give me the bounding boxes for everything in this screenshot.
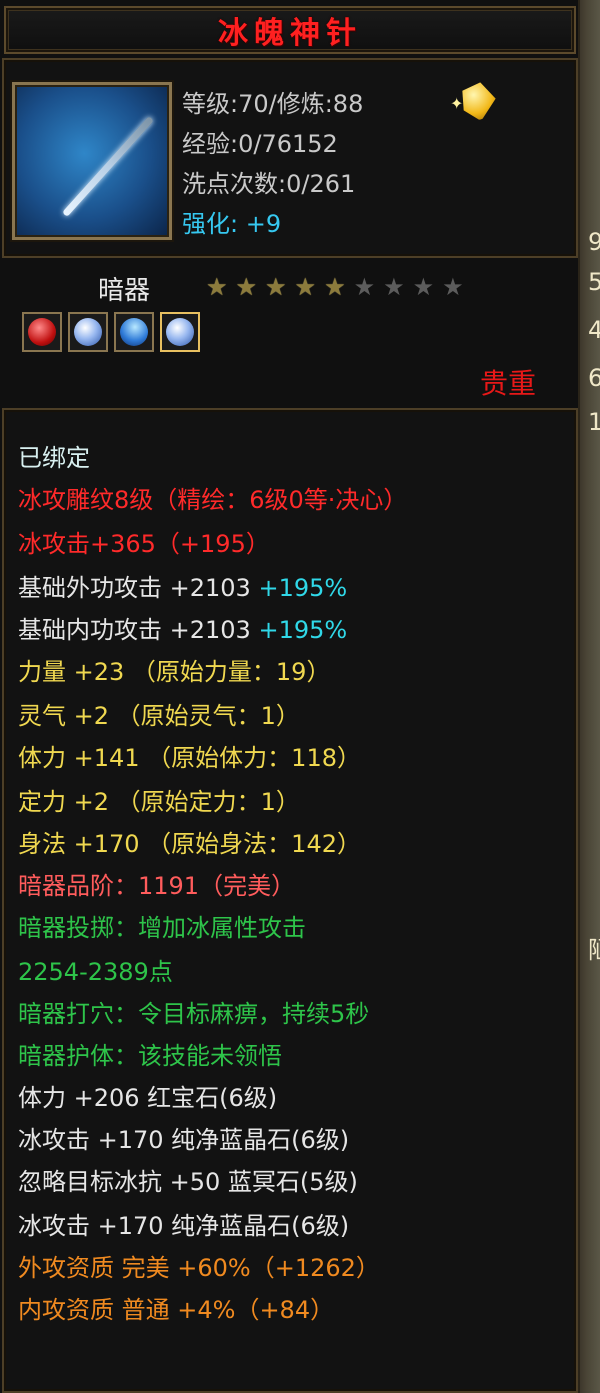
gem-line-4: 冰攻击 +170 纯净蓝晶石(6级): [18, 1212, 350, 1240]
star-icon: ★: [294, 273, 317, 301]
internal-attack-percent: +195%: [250, 616, 348, 644]
background-text-fragment: 1: [588, 408, 600, 436]
socket-3[interactable]: [114, 312, 154, 352]
constitution-line: 体力 +141 （原始体力：118）: [18, 744, 361, 772]
item-enhance: 强化: +9: [182, 204, 363, 244]
rarity-label: 贵重: [480, 367, 537, 400]
item-reset-count: 洗点次数:0/261: [182, 170, 356, 198]
strength-line: 力量 +23 （原始力量：19）: [18, 658, 331, 686]
socket-1[interactable]: [22, 312, 62, 352]
item-title-bar: 冰魄神针: [4, 6, 576, 54]
blue-gem-icon: [74, 318, 102, 346]
star-rating: ★ ★ ★ ★ ★ ★ ★ ★ ★: [206, 274, 464, 300]
internal-attack-value: 基础内功攻击 +2103: [18, 616, 251, 644]
enhance-value: +9: [238, 210, 282, 238]
star-icon: ★: [442, 273, 464, 301]
star-icon: ★: [265, 273, 287, 301]
star-icon: ★: [412, 273, 435, 301]
item-type-row: 暗器 ★ ★ ★ ★ ★ ★ ★ ★ ★ 贵重: [0, 262, 578, 402]
star-icon: ★: [324, 273, 346, 301]
item-name: 冰魄神针: [218, 16, 362, 51]
enhance-label: 强化:: [182, 210, 239, 238]
item-type: 暗器: [98, 276, 151, 306]
internal-attack-line: 基础内功攻击 +2103 +195%: [18, 610, 347, 645]
background-text-fragment: 9: [588, 228, 600, 256]
item-tooltip-panel: 冰魄神针 等级:70/修炼:88 经验:0/76152 洗点次数:0/261 强…: [0, 0, 580, 1393]
red-gem-icon: [28, 318, 56, 346]
gem-line-2: 冰攻击 +170 纯净蓝晶石(6级): [18, 1126, 350, 1154]
item-header: 等级:70/修炼:88 经验:0/76152 洗点次数:0/261 强化: +9…: [2, 58, 578, 258]
background-text-fragment: 6: [588, 364, 600, 392]
external-quality-line: 外攻资质 完美 +60%（+1262）: [18, 1254, 380, 1282]
agility-line: 身法 +170 （原始身法：142）: [18, 830, 361, 858]
external-attack-percent: +195%: [250, 574, 348, 602]
gem-line-3: 忽略目标冰抗 +50 蓝冥石(5级): [18, 1168, 358, 1196]
bound-status: 已绑定: [18, 444, 90, 472]
star-icon: ★: [383, 273, 405, 301]
star-icon: ★: [206, 273, 228, 301]
external-attack-value: 基础外功攻击 +2103: [18, 574, 251, 602]
ice-attack-line: 冰攻击+365（+195）: [18, 530, 270, 558]
internal-quality-line: 内攻资质 普通 +4%（+84）: [18, 1296, 335, 1324]
throw-skill-line: 暗器投掷：增加冰属性攻击: [18, 914, 306, 942]
background-scene: 9 5 4 6 1 陋: [578, 0, 600, 1393]
item-experience: 经验:0/76152: [182, 130, 338, 158]
white-gem-icon: [166, 318, 194, 346]
item-stats: 等级:70/修炼:88 经验:0/76152 洗点次数:0/261 强化: +9: [182, 84, 363, 244]
focus-line: 定力 +2 （原始定力：1）: [18, 788, 300, 816]
external-attack-line: 基础外功攻击 +2103 +195%: [18, 568, 347, 603]
star-icon: ★: [353, 273, 376, 301]
acupoint-skill-line: 暗器打穴：令目标麻痹，持续5秒: [18, 1000, 370, 1028]
sparkle-icon: ✦: [450, 94, 464, 113]
throw-range-line: 2254-2389点: [18, 958, 173, 986]
weapon-grade-line: 暗器品阶：1191（完美）: [18, 872, 296, 900]
needle-shape: [61, 115, 155, 218]
socket-2[interactable]: [68, 312, 108, 352]
spirit-line: 灵气 +2 （原始灵气：1）: [18, 702, 300, 730]
item-level: 等级:70/修炼:88: [182, 90, 364, 118]
star-icon: ★: [235, 273, 258, 301]
socket-4[interactable]: [160, 312, 200, 352]
gem-sockets: [22, 312, 200, 352]
attributes-box: 已绑定 冰攻雕纹8级（精绘：6级0等·决心） 冰攻击+365（+195） 基础外…: [2, 408, 578, 1393]
engrave-line: 冰攻雕纹8级（精绘：6级0等·决心）: [18, 486, 408, 514]
background-text-fragment: 5: [588, 268, 600, 296]
guard-skill-line: 暗器护体：该技能未领悟: [18, 1042, 282, 1070]
needle-weapon-icon: [12, 82, 172, 240]
background-text-fragment: 4: [588, 316, 600, 344]
background-text-fragment: 陋: [588, 930, 600, 965]
blue-crystal-icon: [114, 312, 154, 352]
gem-line-1: 体力 +206 红宝石(6级): [18, 1084, 278, 1112]
